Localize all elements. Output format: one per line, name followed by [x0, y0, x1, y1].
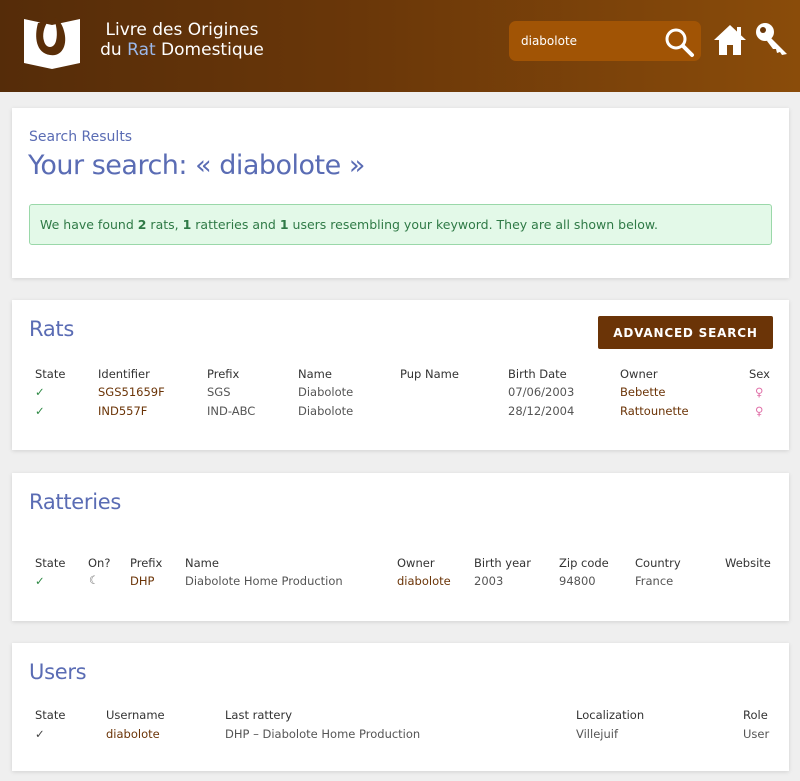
col-header-state: State [35, 708, 66, 722]
users-title: Users [29, 660, 87, 684]
search-results-kicker: Search Results [29, 129, 133, 145]
key-icon[interactable] [754, 21, 790, 57]
site-title-line1: Livre des Origines [105, 20, 259, 40]
state-check-icon: ✓ [35, 574, 45, 588]
title-suffix: Domestique [155, 40, 264, 60]
rat-name: Diabolote [298, 385, 354, 399]
rattery-owner-link[interactable]: diabolote [397, 574, 451, 588]
search-results-card: Search Results Your search: « diabolote … [12, 108, 789, 278]
users-card: Users State Username Last rattery Locali… [12, 643, 789, 771]
female-icon: ♀ [755, 385, 764, 399]
col-header-username: Username [106, 708, 165, 722]
home-icon[interactable] [712, 23, 748, 57]
rattery-country: France [635, 574, 674, 588]
alert-text: rats, [146, 217, 183, 232]
user-last-rattery: DHP – Diabolote Home Production [225, 727, 421, 741]
state-check-icon: ✓ [35, 727, 45, 741]
col-header-website: Website [725, 556, 771, 570]
state-check-icon: ✓ [35, 385, 45, 399]
advanced-search-button[interactable]: ADVANCED SEARCH [598, 316, 773, 349]
col-header-identifier: Identifier [98, 367, 150, 381]
rattery-prefix-link[interactable]: DHP [130, 574, 154, 588]
rats-title: Rats [29, 317, 74, 341]
col-header-name: Name [185, 556, 219, 570]
results-alert: We have found 2 rats, 1 ratteries and 1 … [29, 204, 772, 245]
site-title-line2: du Rat Domestique [92, 40, 272, 60]
user-localization: Villejuif [576, 727, 619, 741]
col-header-prefix: Prefix [130, 556, 163, 570]
col-header-name: Name [298, 367, 332, 381]
col-header-birth-date: Birth Date [508, 367, 567, 381]
col-header-localization: Localization [576, 708, 645, 722]
ratteries-count: 1 [182, 217, 192, 232]
title-rat: Rat [127, 40, 156, 60]
search-input[interactable] [521, 31, 661, 51]
col-header-zip-code: Zip code [559, 556, 609, 570]
user-role: User [743, 727, 770, 741]
page-title: Your search: « diabolote » [28, 150, 365, 181]
rat-identifier-link[interactable]: IND557F [98, 404, 147, 418]
female-icon: ♀ [755, 404, 764, 418]
col-header-state: State [35, 367, 66, 381]
moon-icon: ☾ [89, 573, 100, 587]
rat-birth-date: 07/06/2003 [508, 385, 575, 399]
user-username-link[interactable]: diabolote [106, 727, 160, 741]
col-header-birth-year: Birth year [474, 556, 531, 570]
col-header-country: Country [635, 556, 681, 570]
rat-birth-date: 28/12/2004 [508, 404, 575, 418]
title-prefix: du [100, 40, 128, 60]
rat-identifier-link[interactable]: SGS51659F [98, 385, 165, 399]
rat-owner-link[interactable]: Bebette [620, 385, 665, 399]
users-count: 1 [279, 217, 289, 232]
rattery-zip-code: 94800 [559, 574, 596, 588]
state-check-icon: ✓ [35, 404, 45, 418]
alert-text: We have found [40, 217, 138, 232]
rat-prefix: SGS [207, 385, 231, 399]
site-header: Livre des Origines du Rat Domestique [0, 0, 800, 92]
col-header-prefix: Prefix [207, 367, 240, 381]
col-header-sex: Sex [749, 367, 770, 381]
site-title[interactable]: Livre des Origines du Rat Domestique [92, 20, 272, 60]
alert-text: users resembling your keyword. They are … [288, 217, 658, 232]
search-box [509, 21, 701, 61]
col-header-pup-name: Pup Name [400, 367, 459, 381]
col-header-owner: Owner [397, 556, 435, 570]
col-header-owner: Owner [620, 367, 658, 381]
col-header-last-rattery: Last rattery [225, 708, 293, 722]
rattery-name: Diabolote Home Production [185, 574, 343, 588]
ratteries-card: Ratteries State On? Prefix Name Owner Bi… [12, 473, 789, 621]
rattery-birth-year: 2003 [474, 574, 504, 588]
col-header-state: State [35, 556, 66, 570]
book-logo-icon[interactable] [22, 11, 82, 71]
rat-name: Diabolote [298, 404, 354, 418]
col-header-role: Role [743, 708, 768, 722]
ratteries-title: Ratteries [29, 490, 122, 514]
rat-prefix: IND-ABC [207, 404, 256, 418]
rats-card: Rats ADVANCED SEARCH State Identifier Pr… [12, 300, 789, 450]
search-icon[interactable] [663, 26, 695, 58]
col-header-on: On? [88, 556, 111, 570]
alert-text: ratteries and [191, 217, 280, 232]
rat-owner-link[interactable]: Rattounette [620, 404, 689, 418]
